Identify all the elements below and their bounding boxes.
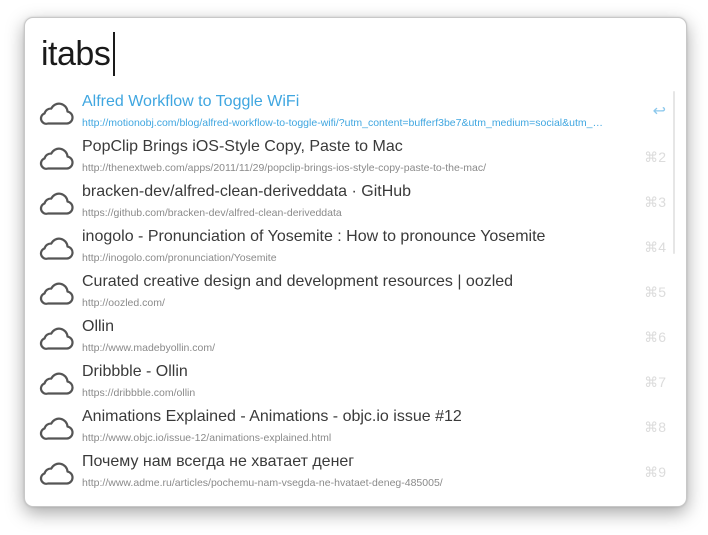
- result-title: Ollin: [82, 318, 115, 335]
- result-url: http://inogolo.com/pronunciation/Yosemit…: [82, 252, 277, 264]
- result-url: http://www.objc.io/issue-12/animations-e…: [82, 432, 332, 444]
- result-shortcut: ⌘8: [644, 419, 666, 435]
- search-query[interactable]: itabs: [41, 31, 111, 77]
- cloud-icon: [39, 460, 75, 486]
- result-shortcut: ⌘2: [644, 149, 666, 165]
- result-url: http://oozled.com/: [82, 297, 165, 309]
- result-item-4[interactable]: inogolo - Pronunciation of Yosemite : Ho…: [25, 225, 686, 270]
- result-title: Curated creative design and development …: [82, 273, 514, 290]
- result-url: http://thenextweb.com/apps/2011/11/29/po…: [82, 162, 487, 174]
- result-shortcut: ⌘3: [644, 194, 666, 210]
- cloud-icon: [39, 325, 75, 351]
- result-title: bracken-dev/alfred-clean-deriveddata · G…: [82, 183, 412, 200]
- results-list: Alfred Workflow to Toggle WiFi http://mo…: [25, 90, 686, 495]
- cloud-icon: [39, 190, 75, 216]
- cloud-icon: [39, 415, 75, 441]
- result-item-1[interactable]: Alfred Workflow to Toggle WiFi http://mo…: [25, 90, 686, 135]
- result-url: https://github.com/bracken-dev/alfred-cl…: [82, 207, 342, 219]
- results-scrollbar[interactable]: [673, 91, 675, 254]
- cloud-icon: [39, 100, 75, 126]
- result-shortcut: ⌘5: [644, 284, 666, 300]
- result-url: https://dribbble.com/ollin: [82, 387, 196, 399]
- result-url: http://www.madebyollin.com/: [82, 342, 216, 354]
- cloud-icon: [39, 145, 75, 171]
- text-cursor: [113, 32, 115, 76]
- result-url: http://motionobj.com/blog/alfred-workflo…: [82, 117, 603, 129]
- result-shortcut: ⌘7: [644, 374, 666, 390]
- result-item-9[interactable]: Почему нам всегда не хватает денег http:…: [25, 450, 686, 495]
- return-shortcut-icon: ↩: [652, 103, 666, 120]
- result-item-7[interactable]: Dribbble - Ollin https://dribbble.com/ol…: [25, 360, 686, 405]
- result-shortcut: ⌘9: [644, 464, 666, 480]
- result-title: Alfred Workflow to Toggle WiFi: [82, 93, 300, 110]
- cloud-icon: [39, 280, 75, 306]
- result-shortcut: ⌘6: [644, 329, 666, 345]
- result-item-2[interactable]: PopClip Brings iOS-Style Copy, Paste to …: [25, 135, 686, 180]
- result-shortcut: ⌘4: [644, 239, 666, 255]
- result-item-8[interactable]: Animations Explained - Animations - objc…: [25, 405, 686, 450]
- result-item-5[interactable]: Curated creative design and development …: [25, 270, 686, 315]
- cloud-icon: [39, 370, 75, 396]
- result-title: Dribbble - Ollin: [82, 363, 188, 380]
- cloud-icon: [39, 235, 75, 261]
- result-title: Почему нам всегда не хватает денег: [82, 453, 355, 470]
- result-item-6[interactable]: Ollin http://www.madebyollin.com/ ⌘6: [25, 315, 686, 360]
- result-url: http://www.adme.ru/articles/pochemu-nam-…: [82, 477, 443, 489]
- search-field[interactable]: itabs: [41, 31, 115, 77]
- result-title: Animations Explained - Animations - objc…: [82, 408, 462, 425]
- result-title: inogolo - Pronunciation of Yosemite : Ho…: [82, 228, 546, 245]
- result-item-3[interactable]: bracken-dev/alfred-clean-deriveddata · G…: [25, 180, 686, 225]
- alfred-window: itabs Alfred Workflow to Toggle WiFi htt…: [24, 17, 687, 507]
- result-title: PopClip Brings iOS-Style Copy, Paste to …: [82, 138, 403, 155]
